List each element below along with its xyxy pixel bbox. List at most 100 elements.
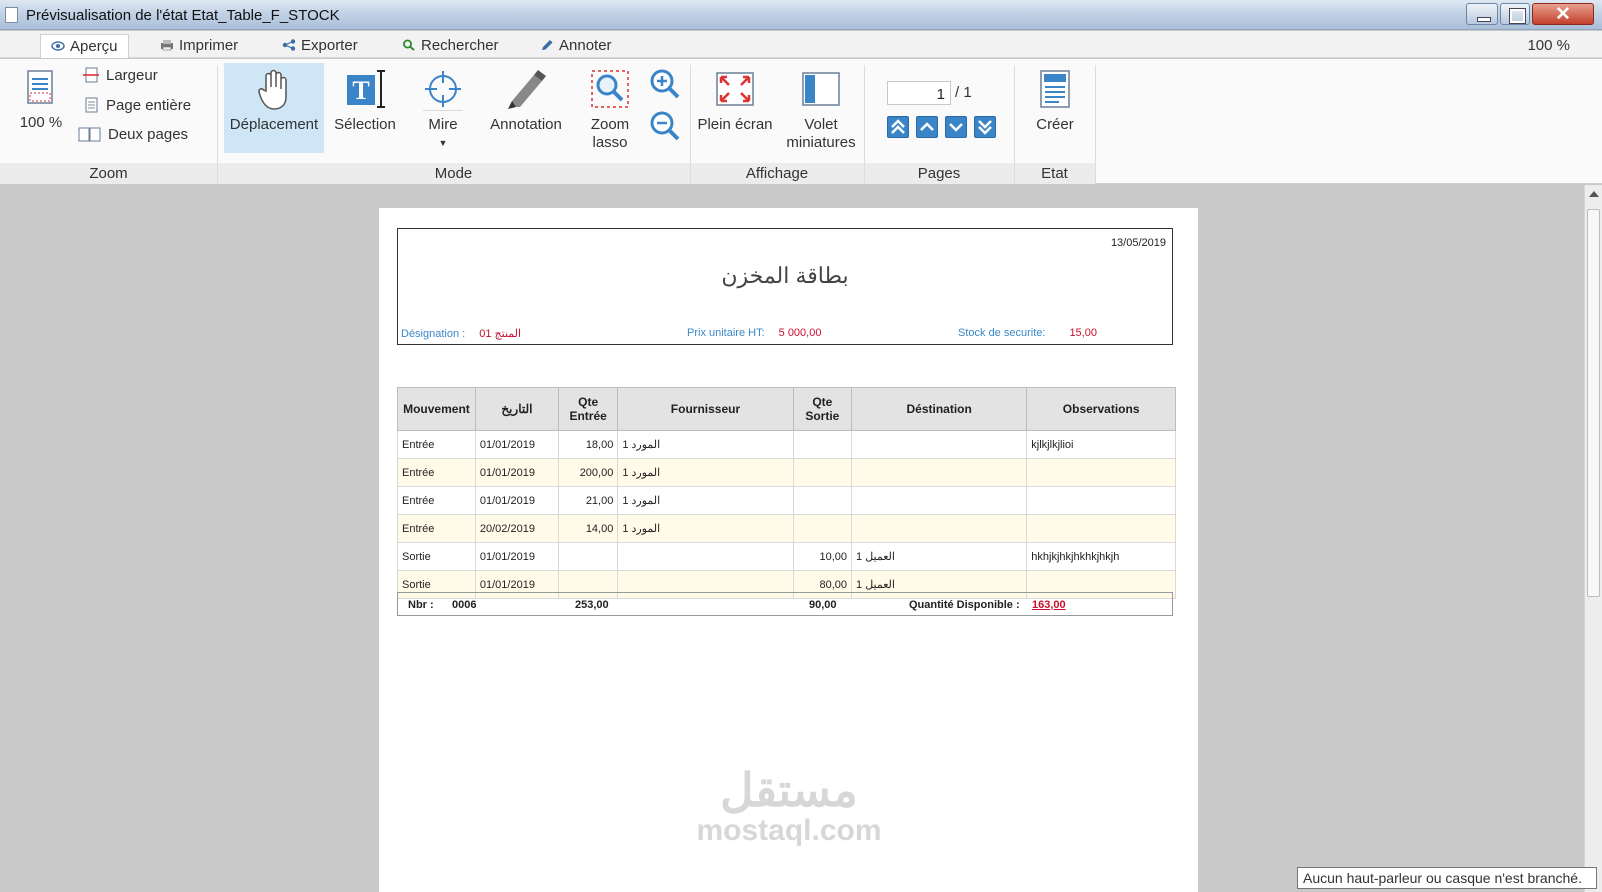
maximize-button[interactable] — [1500, 3, 1530, 25]
cell-fournisseur: المورد 1 — [617, 458, 794, 487]
zoom-lasso-label-1: Zoom — [590, 116, 630, 133]
table-row: Entrée 20/02/2019 14,00 المورد 1 — [397, 514, 1176, 543]
scroll-up-arrow-icon[interactable] — [1589, 191, 1599, 197]
zoom-100-label: 100 % — [19, 114, 63, 131]
col-qte-entree-line2: Entrée — [569, 409, 607, 423]
volet-label-1: Volet — [804, 116, 838, 133]
scrollbar-thumb[interactable] — [1587, 209, 1600, 597]
cell-observations — [1026, 514, 1176, 543]
audio-tooltip: Aucun haut-parleur ou casque n'est branc… — [1297, 867, 1597, 889]
cell-mouvement: Entrée — [397, 430, 476, 459]
tab-exporter[interactable]: Exporter — [272, 34, 368, 58]
col-destination: Déstination — [851, 387, 1028, 431]
prix-value: 5 000,00 — [778, 327, 822, 339]
report-header: 13/05/2019 بطاقة المخزن Désignation : الم… — [397, 228, 1173, 345]
page-entiere-button[interactable]: Page entière — [82, 97, 191, 114]
tab-imprimer[interactable]: Imprimer — [150, 34, 248, 58]
tab-label: Imprimer — [179, 37, 239, 54]
crosshair-icon — [423, 71, 463, 112]
quantite-disponible-value[interactable]: 163,00 — [1032, 599, 1066, 611]
cell-date: 20/02/2019 — [474, 514, 559, 543]
group-label-mode: Mode — [434, 165, 473, 182]
creer-button[interactable]: Créer — [1020, 63, 1090, 153]
total-entree: 253,00 — [575, 599, 609, 611]
printer-icon — [161, 40, 173, 51]
cell-qte-sortie — [792, 514, 853, 543]
zoom-in-button[interactable] — [646, 67, 684, 103]
cell-destination — [851, 514, 1028, 543]
thumbnails-panel-icon — [802, 72, 840, 106]
fullscreen-icon — [716, 72, 754, 106]
zoom-out-button[interactable] — [646, 109, 684, 145]
annotation-button[interactable]: Annotation — [482, 63, 570, 153]
prix-field: Prix unitaire HT: 5 000,00 — [687, 327, 821, 339]
table-row: Entrée 01/01/2019 21,00 المورد 1 — [397, 486, 1176, 515]
largeur-button[interactable]: Largeur — [82, 67, 158, 84]
report-footer: Nbr : 0006 253,00 90,00 Quantité Disponi… — [397, 592, 1173, 616]
watermark-logo: مستقل mostaql.com — [689, 765, 889, 847]
tab-annoter[interactable]: Annoter — [530, 34, 622, 58]
volet-miniatures-button[interactable]: Volet miniatures — [778, 63, 864, 159]
marker-icon — [508, 70, 546, 109]
tab-label: Annoter — [559, 37, 612, 54]
zoom-100-button[interactable]: 100 % — [10, 67, 72, 155]
page-number-input[interactable] — [887, 81, 951, 105]
tab-apercu[interactable]: Aperçu — [40, 34, 129, 58]
cell-qte-entree: 14,00 — [557, 514, 619, 543]
total-sortie: 90,00 — [809, 599, 837, 611]
cell-observations: kjlkjlkjlioi — [1026, 430, 1176, 459]
tab-label: Exporter — [301, 37, 358, 54]
plein-ecran-button[interactable]: Plein écran — [692, 63, 778, 153]
next-page-button[interactable] — [945, 116, 967, 138]
zoom-lasso-button[interactable]: Zoom lasso — [578, 63, 642, 159]
annotation-label: Annotation — [490, 116, 562, 133]
deux-pages-button[interactable]: Deux pages — [78, 126, 188, 143]
designation-value: المنتج 01 — [479, 328, 522, 340]
document-icon — [5, 7, 18, 23]
cell-date: 01/01/2019 — [474, 458, 559, 487]
lasso-zoom-icon — [591, 70, 629, 108]
stock-securite-field: Stock de securite: 15,00 — [958, 327, 1097, 339]
deplacement-label: Déplacement — [229, 116, 319, 133]
previous-page-button[interactable] — [916, 116, 938, 138]
page-entiere-label: Page entière — [106, 97, 192, 114]
cell-mouvement: Entrée — [397, 458, 476, 487]
vertical-scrollbar[interactable] — [1584, 185, 1602, 892]
tab-rechercher[interactable]: Rechercher — [392, 34, 509, 58]
close-button[interactable]: ✕ — [1532, 3, 1594, 25]
group-label-zoom: Zoom — [89, 165, 128, 182]
col-fournisseur: Fournisseur — [617, 387, 794, 431]
cell-qte-entree — [557, 542, 619, 571]
deplacement-button[interactable]: Déplacement — [224, 63, 324, 153]
cell-observations — [1026, 458, 1176, 487]
minimize-button[interactable] — [1466, 3, 1498, 25]
selection-label: Sélection — [334, 116, 396, 133]
last-page-button[interactable] — [974, 116, 996, 138]
stock-label: Stock de securite: — [958, 327, 1046, 339]
table-row: Entrée 01/01/2019 200,00 المورد 1 — [397, 458, 1176, 487]
close-icon: ✕ — [1555, 4, 1571, 25]
eye-icon — [51, 41, 65, 51]
text-selection-icon: T — [347, 70, 385, 108]
selection-button[interactable]: T Sélection — [328, 63, 402, 153]
watermark-arabic: مستقل — [720, 764, 858, 816]
cell-destination: العميل 1 — [851, 542, 1028, 571]
cell-destination — [851, 430, 1028, 459]
largeur-label: Largeur — [106, 67, 158, 84]
double-chevron-up-icon — [891, 119, 905, 134]
mire-button[interactable]: Mire ▼ — [404, 63, 482, 159]
report-date: 13/05/2019 — [1110, 237, 1166, 249]
first-page-button[interactable] — [887, 116, 909, 138]
deux-pages-label: Deux pages — [108, 126, 189, 143]
designation-field: Désignation : المنتج 01 — [401, 327, 521, 340]
chevron-up-icon — [920, 122, 934, 131]
table-row: Entrée 01/01/2019 18,00 المورد 1 kjlkjlk… — [397, 430, 1176, 459]
cell-mouvement: Entrée — [397, 486, 476, 515]
fournisseur-value: المورد 1 — [622, 495, 661, 507]
volet-label-2: miniatures — [786, 134, 856, 151]
fournisseur-value: المورد 1 — [622, 467, 661, 479]
group-separator — [1095, 65, 1096, 183]
creer-label: Créer — [1036, 116, 1074, 133]
cell-observations — [1026, 486, 1176, 515]
window-title: Prévisualisation de l'état Etat_Table_F_… — [26, 7, 340, 24]
